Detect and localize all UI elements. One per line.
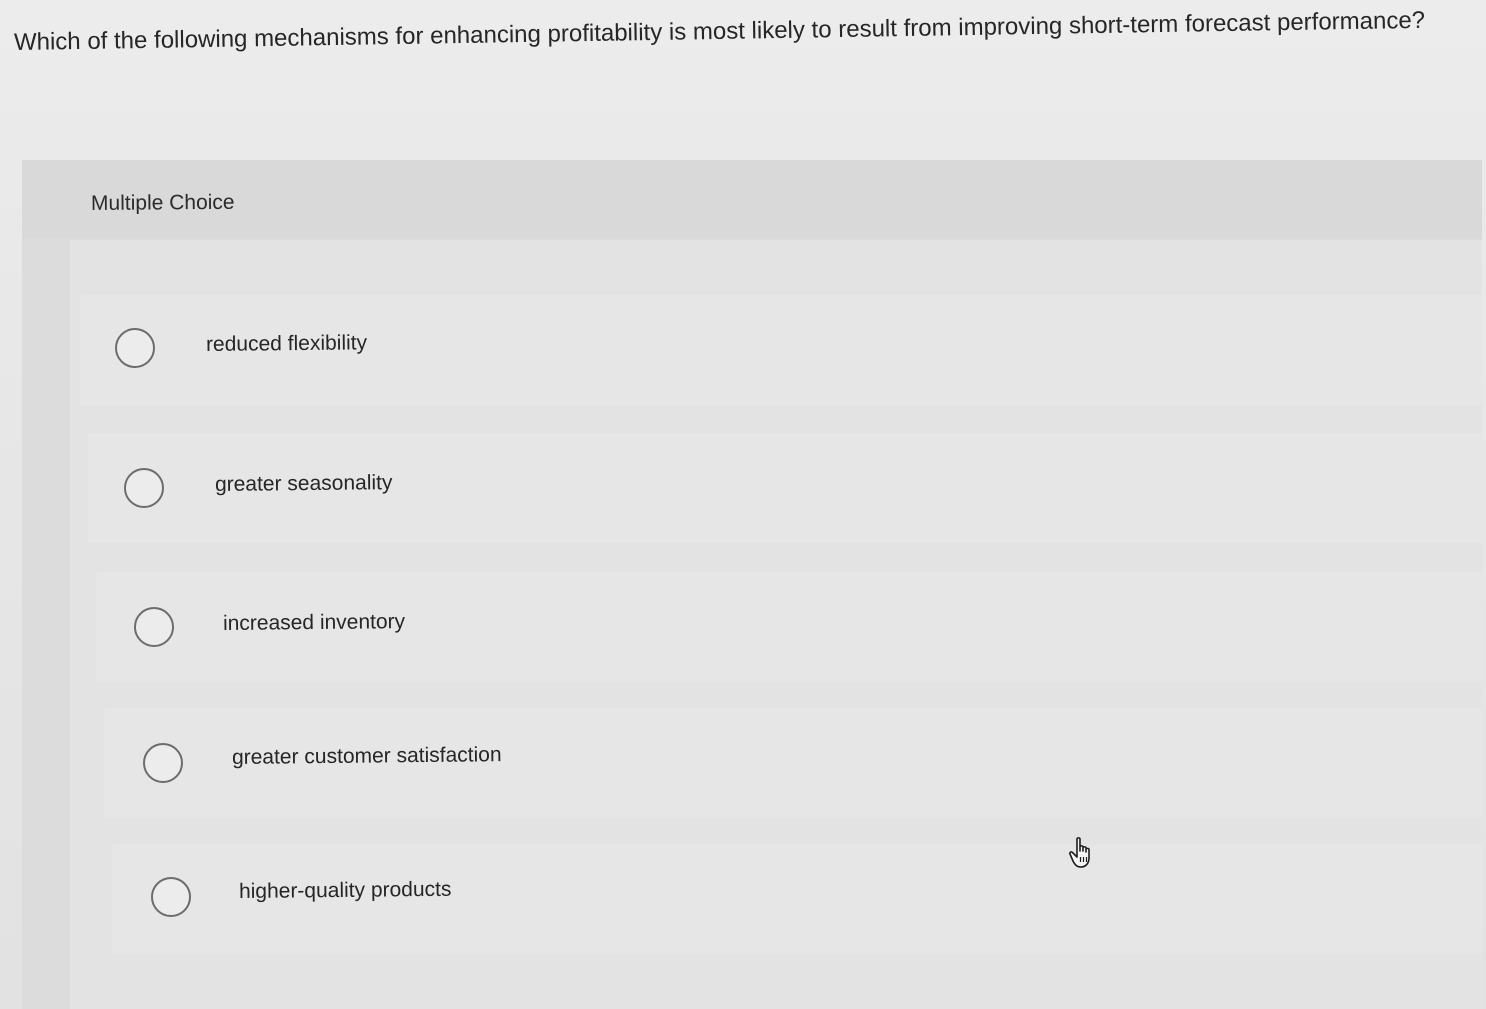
option-label: reduced flexibility xyxy=(205,331,368,356)
question-text: Which of the following mechanisms for en… xyxy=(13,6,1426,56)
option-greater-seasonality[interactable]: greater seasonality xyxy=(88,433,1482,543)
option-higher-quality-products[interactable]: higher-quality products xyxy=(112,844,1482,954)
option-greater-customer-satisfaction[interactable]: greater customer satisfaction xyxy=(104,708,1482,818)
multiple-choice-label: Multiple Choice xyxy=(90,190,235,215)
option-reduced-flexibility[interactable]: reduced flexibility xyxy=(80,295,1482,405)
option-label: increased inventory xyxy=(222,610,406,635)
multiple-choice-header xyxy=(22,160,1482,238)
option-label: greater seasonality xyxy=(214,471,393,496)
option-increased-inventory[interactable]: increased inventory xyxy=(96,572,1482,682)
radio-button[interactable] xyxy=(143,743,183,783)
radio-button[interactable] xyxy=(134,607,174,647)
radio-button[interactable] xyxy=(115,328,155,368)
radio-button[interactable] xyxy=(124,468,164,508)
radio-button[interactable] xyxy=(151,877,191,917)
option-label: higher-quality products xyxy=(238,877,452,903)
hand-pointer-icon xyxy=(1069,837,1090,868)
option-label: greater customer satisfaction xyxy=(231,743,502,769)
